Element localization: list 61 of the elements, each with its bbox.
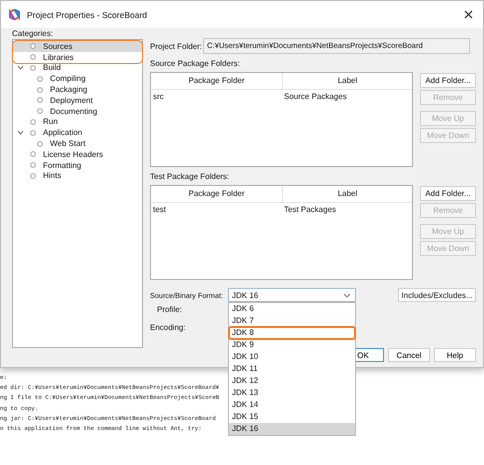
field-label: Profile: [157, 304, 182, 316]
tree-item[interactable]: Packaging [13, 84, 142, 95]
bullet-icon [30, 43, 36, 50]
close-button[interactable] [462, 8, 475, 21]
bullet-icon [30, 151, 36, 158]
format-dropdown[interactable]: JDK 16 [228, 288, 356, 302]
bullet-icon [37, 140, 43, 147]
bullet-icon [30, 162, 36, 168]
field-label: Encoding: [150, 322, 186, 334]
tree-item[interactable]: Web Start [13, 138, 142, 149]
dropdown-option[interactable]: JDK 6 [229, 303, 355, 315]
bullet-icon [30, 172, 36, 179]
hexagon-icon [9, 9, 20, 20]
table-cell-text: src [152, 92, 165, 100]
tree-item[interactable]: Sources [13, 41, 142, 52]
dropdown-option[interactable]: JDK 15 [229, 411, 355, 423]
tree-item[interactable]: Build [13, 62, 142, 74]
bullet-icon [30, 118, 36, 125]
chevron-down-icon [343, 292, 351, 298]
folder-button[interactable]: Add Folder... [420, 186, 476, 201]
dropdown-option[interactable]: JDK 8 [229, 327, 355, 339]
includes-excludes-button[interactable]: Includes/Excludes... [398, 288, 476, 302]
dropdown-option[interactable]: JDK 16 [229, 423, 355, 435]
bullet-icon [30, 130, 36, 136]
bullet-icon [37, 76, 43, 82]
tree-item[interactable]: Documenting [13, 106, 142, 117]
bullet-icon [37, 108, 43, 114]
dropdown-option[interactable]: JDK 7 [229, 315, 355, 327]
bullet-icon [37, 97, 43, 104]
window-title: Project Properties - ScoreBoard [27, 10, 147, 20]
dropdown-option[interactable]: JDK 11 [229, 363, 355, 375]
tree-item[interactable]: Compiling [13, 73, 142, 84]
column-header[interactable]: Package Folder [151, 73, 283, 89]
bullet-icon [30, 54, 36, 60]
categories-label: Categories: [12, 28, 53, 39]
tree-item[interactable]: License Headers [13, 148, 142, 160]
field-label: Project Folder: [150, 42, 203, 50]
column-header[interactable]: Package Folder [151, 186, 283, 202]
column-header[interactable]: Label [283, 186, 412, 202]
table-cell-text: Source Packages [283, 92, 347, 100]
dropdown-option[interactable]: JDK 13 [229, 387, 355, 399]
tree-item[interactable]: Libraries [13, 52, 142, 63]
section-label: Test Package Folders: [150, 171, 230, 183]
bullet-icon [30, 64, 36, 71]
column-header[interactable]: Label [283, 73, 412, 89]
dropdown-option[interactable]: JDK 14 [229, 399, 355, 411]
tree-item[interactable]: Deployment [13, 94, 142, 106]
bullet-icon [37, 86, 43, 93]
tree-item[interactable]: Hints [13, 170, 142, 182]
tree-item[interactable]: Application [13, 127, 142, 138]
folder-button[interactable]: Add Folder... [420, 73, 476, 88]
tree-item[interactable]: Formatting [13, 160, 142, 171]
close-icon [464, 10, 473, 19]
dialog-button[interactable]: Help [434, 348, 476, 362]
dropdown-option[interactable]: JDK 12 [229, 375, 355, 387]
table-cell-text: test [152, 204, 167, 214]
tree-item[interactable]: Run [13, 116, 142, 128]
dropdown-option[interactable]: JDK 9 [229, 339, 355, 351]
section-label: Source Package Folders: [150, 58, 240, 70]
dialog-button[interactable]: Cancel [388, 348, 430, 362]
table-cell-text: Test Packages [283, 204, 336, 214]
